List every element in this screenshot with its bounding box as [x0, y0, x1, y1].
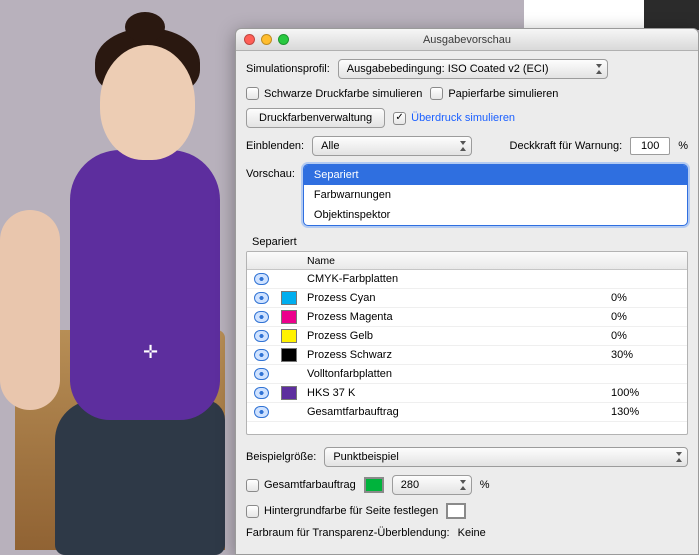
ink-name: HKS 37 K — [303, 387, 607, 399]
warn-opacity-unit: % — [678, 140, 688, 152]
checkbox-icon — [246, 87, 259, 100]
ink-coverage: 0% — [607, 311, 687, 323]
separation-row[interactable]: Volltonfarbplatten — [247, 365, 687, 384]
separations-table: Name CMYK-FarbplattenProzess Cyan0%Proze… — [246, 251, 688, 435]
ink-name: Gesamtfarbauftrag — [303, 406, 607, 418]
separation-row[interactable]: Prozess Schwarz30% — [247, 346, 687, 365]
bg-swatch-dark — [644, 0, 699, 30]
visibility-eye-icon[interactable] — [254, 368, 269, 380]
visibility-eye-icon[interactable] — [254, 330, 269, 342]
bg-swatch-white — [524, 0, 644, 30]
visibility-eye-icon[interactable] — [254, 387, 269, 399]
separation-row[interactable]: Gesamtfarbauftrag130% — [247, 403, 687, 422]
ink-coverage: 130% — [607, 406, 687, 418]
output-preview-dialog: Ausgabevorschau Simulationsprofil: Ausga… — [235, 28, 699, 555]
separation-row[interactable]: CMYK-Farbplatten — [247, 270, 687, 289]
ink-name: Prozess Magenta — [303, 311, 607, 323]
ink-coverage: 30% — [607, 349, 687, 361]
visibility-eye-icon[interactable] — [254, 406, 269, 418]
preview-listbox[interactable]: SepariertFarbwarnungenObjektinspektor — [303, 164, 688, 226]
separation-row[interactable]: HKS 37 K100% — [247, 384, 687, 403]
titlebar: Ausgabevorschau — [236, 29, 698, 51]
show-label: Einblenden: — [246, 140, 304, 152]
ink-coverage: 0% — [607, 330, 687, 342]
simprofile-popup[interactable]: Ausgabebedingung: ISO Coated v2 (ECI) — [338, 59, 608, 79]
simulate-paper-label: Papierfarbe simulieren — [448, 88, 558, 100]
simulate-paper-checkbox[interactable]: Papierfarbe simulieren — [430, 87, 558, 100]
simulate-overprint-label: Überdruck simulieren — [411, 112, 515, 124]
preview-label: Vorschau: — [246, 164, 295, 180]
show-value: Alle — [321, 140, 339, 152]
ink-name: Volltonfarbplatten — [303, 368, 607, 380]
ink-coverage: 100% — [607, 387, 687, 399]
ink-manager-button[interactable]: Druckfarbenverwaltung — [246, 108, 385, 128]
ink-swatch-icon — [281, 291, 297, 305]
checkbox-icon — [246, 479, 259, 492]
total-area-coverage-checkbox[interactable]: Gesamtfarbauftrag — [246, 479, 356, 492]
ink-name: Prozess Schwarz — [303, 349, 607, 361]
sample-size-popup[interactable]: Punktbeispiel — [324, 447, 688, 467]
simprofile-value: Ausgabebedingung: ISO Coated v2 (ECI) — [347, 63, 549, 75]
ink-swatch-icon — [281, 386, 297, 400]
visibility-eye-icon[interactable] — [254, 273, 269, 285]
tac-value-popup[interactable]: 280 — [392, 475, 472, 495]
simulate-black-ink-checkbox[interactable]: Schwarze Druckfarbe simulieren — [246, 87, 422, 100]
preview-option[interactable]: Separiert — [304, 165, 687, 185]
separation-row[interactable]: Prozess Magenta0% — [247, 308, 687, 327]
ink-swatch-icon — [281, 310, 297, 324]
preview-option[interactable]: Objektinspektor — [304, 205, 687, 225]
visibility-eye-icon[interactable] — [254, 292, 269, 304]
simulate-black-ink-label: Schwarze Druckfarbe simulieren — [264, 88, 422, 100]
checkbox-icon — [393, 112, 406, 125]
show-popup[interactable]: Alle — [312, 136, 472, 156]
sample-size-value: Punktbeispiel — [333, 451, 398, 463]
preview-option[interactable]: Farbwarnungen — [304, 185, 687, 205]
page-bg-checkbox[interactable]: Hintergrundfarbe für Seite festlegen — [246, 505, 438, 518]
warn-opacity-label: Deckkraft für Warnung: — [510, 140, 623, 152]
tac-value: 280 — [401, 479, 419, 491]
tac-unit: % — [480, 479, 490, 491]
transparency-blend-value: Keine — [458, 527, 486, 539]
total-area-coverage-label: Gesamtfarbauftrag — [264, 479, 356, 491]
simprofile-label: Simulationsprofil: — [246, 63, 330, 75]
ink-name: Prozess Gelb — [303, 330, 607, 342]
simulate-overprint-checkbox[interactable]: Überdruck simulieren — [393, 112, 515, 125]
document-photo — [0, 0, 250, 555]
separation-row[interactable]: Prozess Cyan0% — [247, 289, 687, 308]
tac-color-well[interactable] — [364, 477, 384, 493]
ink-swatch-icon — [281, 329, 297, 343]
separations-title: Separiert — [252, 236, 688, 248]
visibility-eye-icon[interactable] — [254, 349, 269, 361]
page-bg-color-well[interactable] — [446, 503, 466, 519]
col-header-name: Name — [303, 255, 607, 267]
ink-coverage: 0% — [607, 292, 687, 304]
page-bg-label: Hintergrundfarbe für Seite festlegen — [264, 505, 438, 517]
ink-name: Prozess Cyan — [303, 292, 607, 304]
warn-opacity-field[interactable]: 100 — [630, 137, 670, 155]
sample-size-label: Beispielgröße: — [246, 451, 316, 463]
ink-name: CMYK-Farbplatten — [303, 273, 607, 285]
ink-swatch-icon — [281, 348, 297, 362]
separation-row[interactable]: Prozess Gelb0% — [247, 327, 687, 346]
checkbox-icon — [430, 87, 443, 100]
checkbox-icon — [246, 505, 259, 518]
visibility-eye-icon[interactable] — [254, 311, 269, 323]
transparency-blend-label: Farbraum für Transparenz-Überblendung: — [246, 527, 450, 539]
window-title: Ausgabevorschau — [236, 34, 698, 46]
